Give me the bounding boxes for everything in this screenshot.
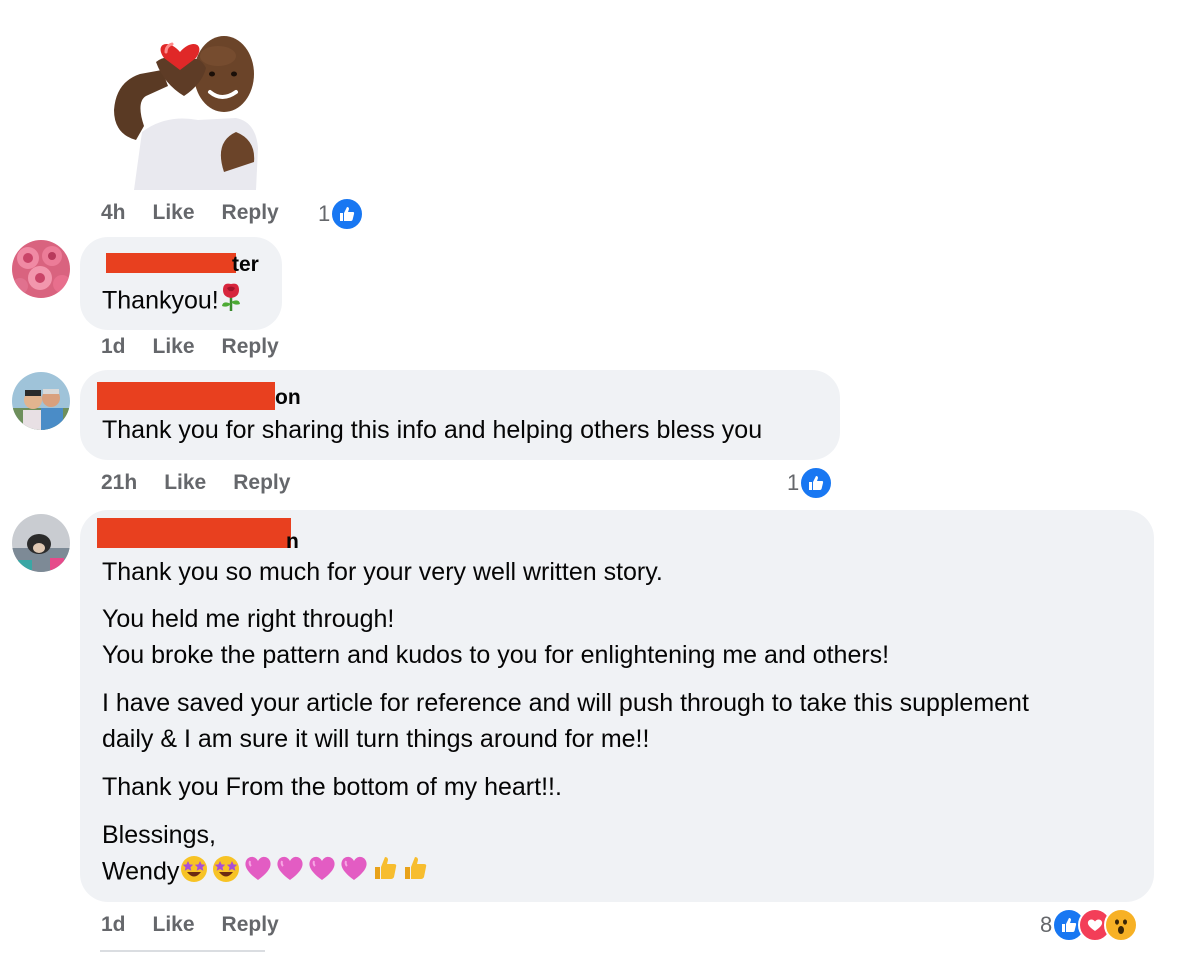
wow-reaction-icon <box>1104 908 1139 942</box>
reply-button[interactable]: Reply <box>222 335 279 359</box>
comment-text-body: Thankyou! <box>102 286 219 315</box>
emoji-row <box>179 853 429 893</box>
comment-text-line: Thank you so much for your very well wri… <box>102 558 663 586</box>
like-button[interactable]: Like <box>153 201 195 225</box>
avatar[interactable] <box>12 514 70 572</box>
like-reaction-icon <box>799 466 834 500</box>
star-struck-icon <box>179 853 209 893</box>
like-button[interactable]: Like <box>164 471 206 495</box>
comment-actions: 1d Like Reply <box>101 335 279 359</box>
avatar[interactable] <box>12 240 70 298</box>
signature-text: Wendy <box>102 857 180 886</box>
rose-icon <box>219 282 243 322</box>
reaction-count: 1 <box>318 201 331 226</box>
comment-bubble: n Thank you so much for your very well w… <box>80 510 1154 902</box>
comment-timestamp: 4h <box>101 201 126 224</box>
reaction-summary[interactable]: 1 <box>787 466 834 500</box>
pink-heart-icon <box>307 854 337 892</box>
comment-text: Thankyou! <box>102 282 243 322</box>
like-button[interactable]: Like <box>153 913 195 937</box>
divider <box>100 950 265 952</box>
thumbs-up-icon <box>371 854 399 892</box>
comment-bubble: on Thank you for sharing this info and h… <box>80 370 840 460</box>
pink-heart-icon <box>339 854 369 892</box>
reaction-count: 1 <box>787 470 800 495</box>
comment-actions: 21h Like Reply <box>101 471 290 495</box>
reaction-summary[interactable]: 8 <box>1040 908 1139 942</box>
redacted-name <box>97 382 275 410</box>
comment-text-line: You broke the pattern and kudos to you f… <box>102 641 890 669</box>
avatar[interactable] <box>12 372 70 430</box>
commenter-name[interactable]: n <box>286 530 299 554</box>
avatar-sticker <box>106 22 266 190</box>
comment-timestamp: 21h <box>101 471 138 494</box>
commenter-name[interactable]: on <box>275 386 301 410</box>
reply-button[interactable]: Reply <box>233 471 290 495</box>
reaction-summary[interactable]: 1 <box>318 197 365 231</box>
comment-timestamp: 1d <box>101 335 126 358</box>
pink-heart-icon <box>275 854 305 892</box>
redacted-name <box>106 253 236 273</box>
comment-text-line: Thank you From the bottom of my heart!!. <box>102 773 562 801</box>
comment-bubble: ter Thankyou! <box>80 237 282 330</box>
like-reaction-icon <box>330 197 365 231</box>
comment-text-line: Wendy <box>102 853 429 893</box>
comment-actions: 1d Like Reply <box>101 913 279 937</box>
reply-button[interactable]: Reply <box>222 913 279 937</box>
comment-text-line: Blessings, <box>102 821 216 849</box>
thumbs-up-icon <box>401 854 429 892</box>
redacted-name <box>97 518 291 548</box>
pink-heart-icon <box>243 854 273 892</box>
comment-text: Thank you for sharing this info and help… <box>102 416 763 444</box>
comment-timestamp: 1d <box>101 913 126 936</box>
like-button[interactable]: Like <box>153 335 195 359</box>
star-struck-icon <box>211 853 241 893</box>
comment-text-line: daily & I am sure it will turn things ar… <box>102 725 650 753</box>
commenter-name[interactable]: ter <box>232 253 259 277</box>
comment-text-line: I have saved your article for reference … <box>102 689 1029 717</box>
comment-text-line: You held me right through! <box>102 605 395 633</box>
reply-button[interactable]: Reply <box>222 201 279 225</box>
comment-actions: 4h Like Reply <box>101 201 279 225</box>
reaction-count: 8 <box>1040 912 1053 937</box>
